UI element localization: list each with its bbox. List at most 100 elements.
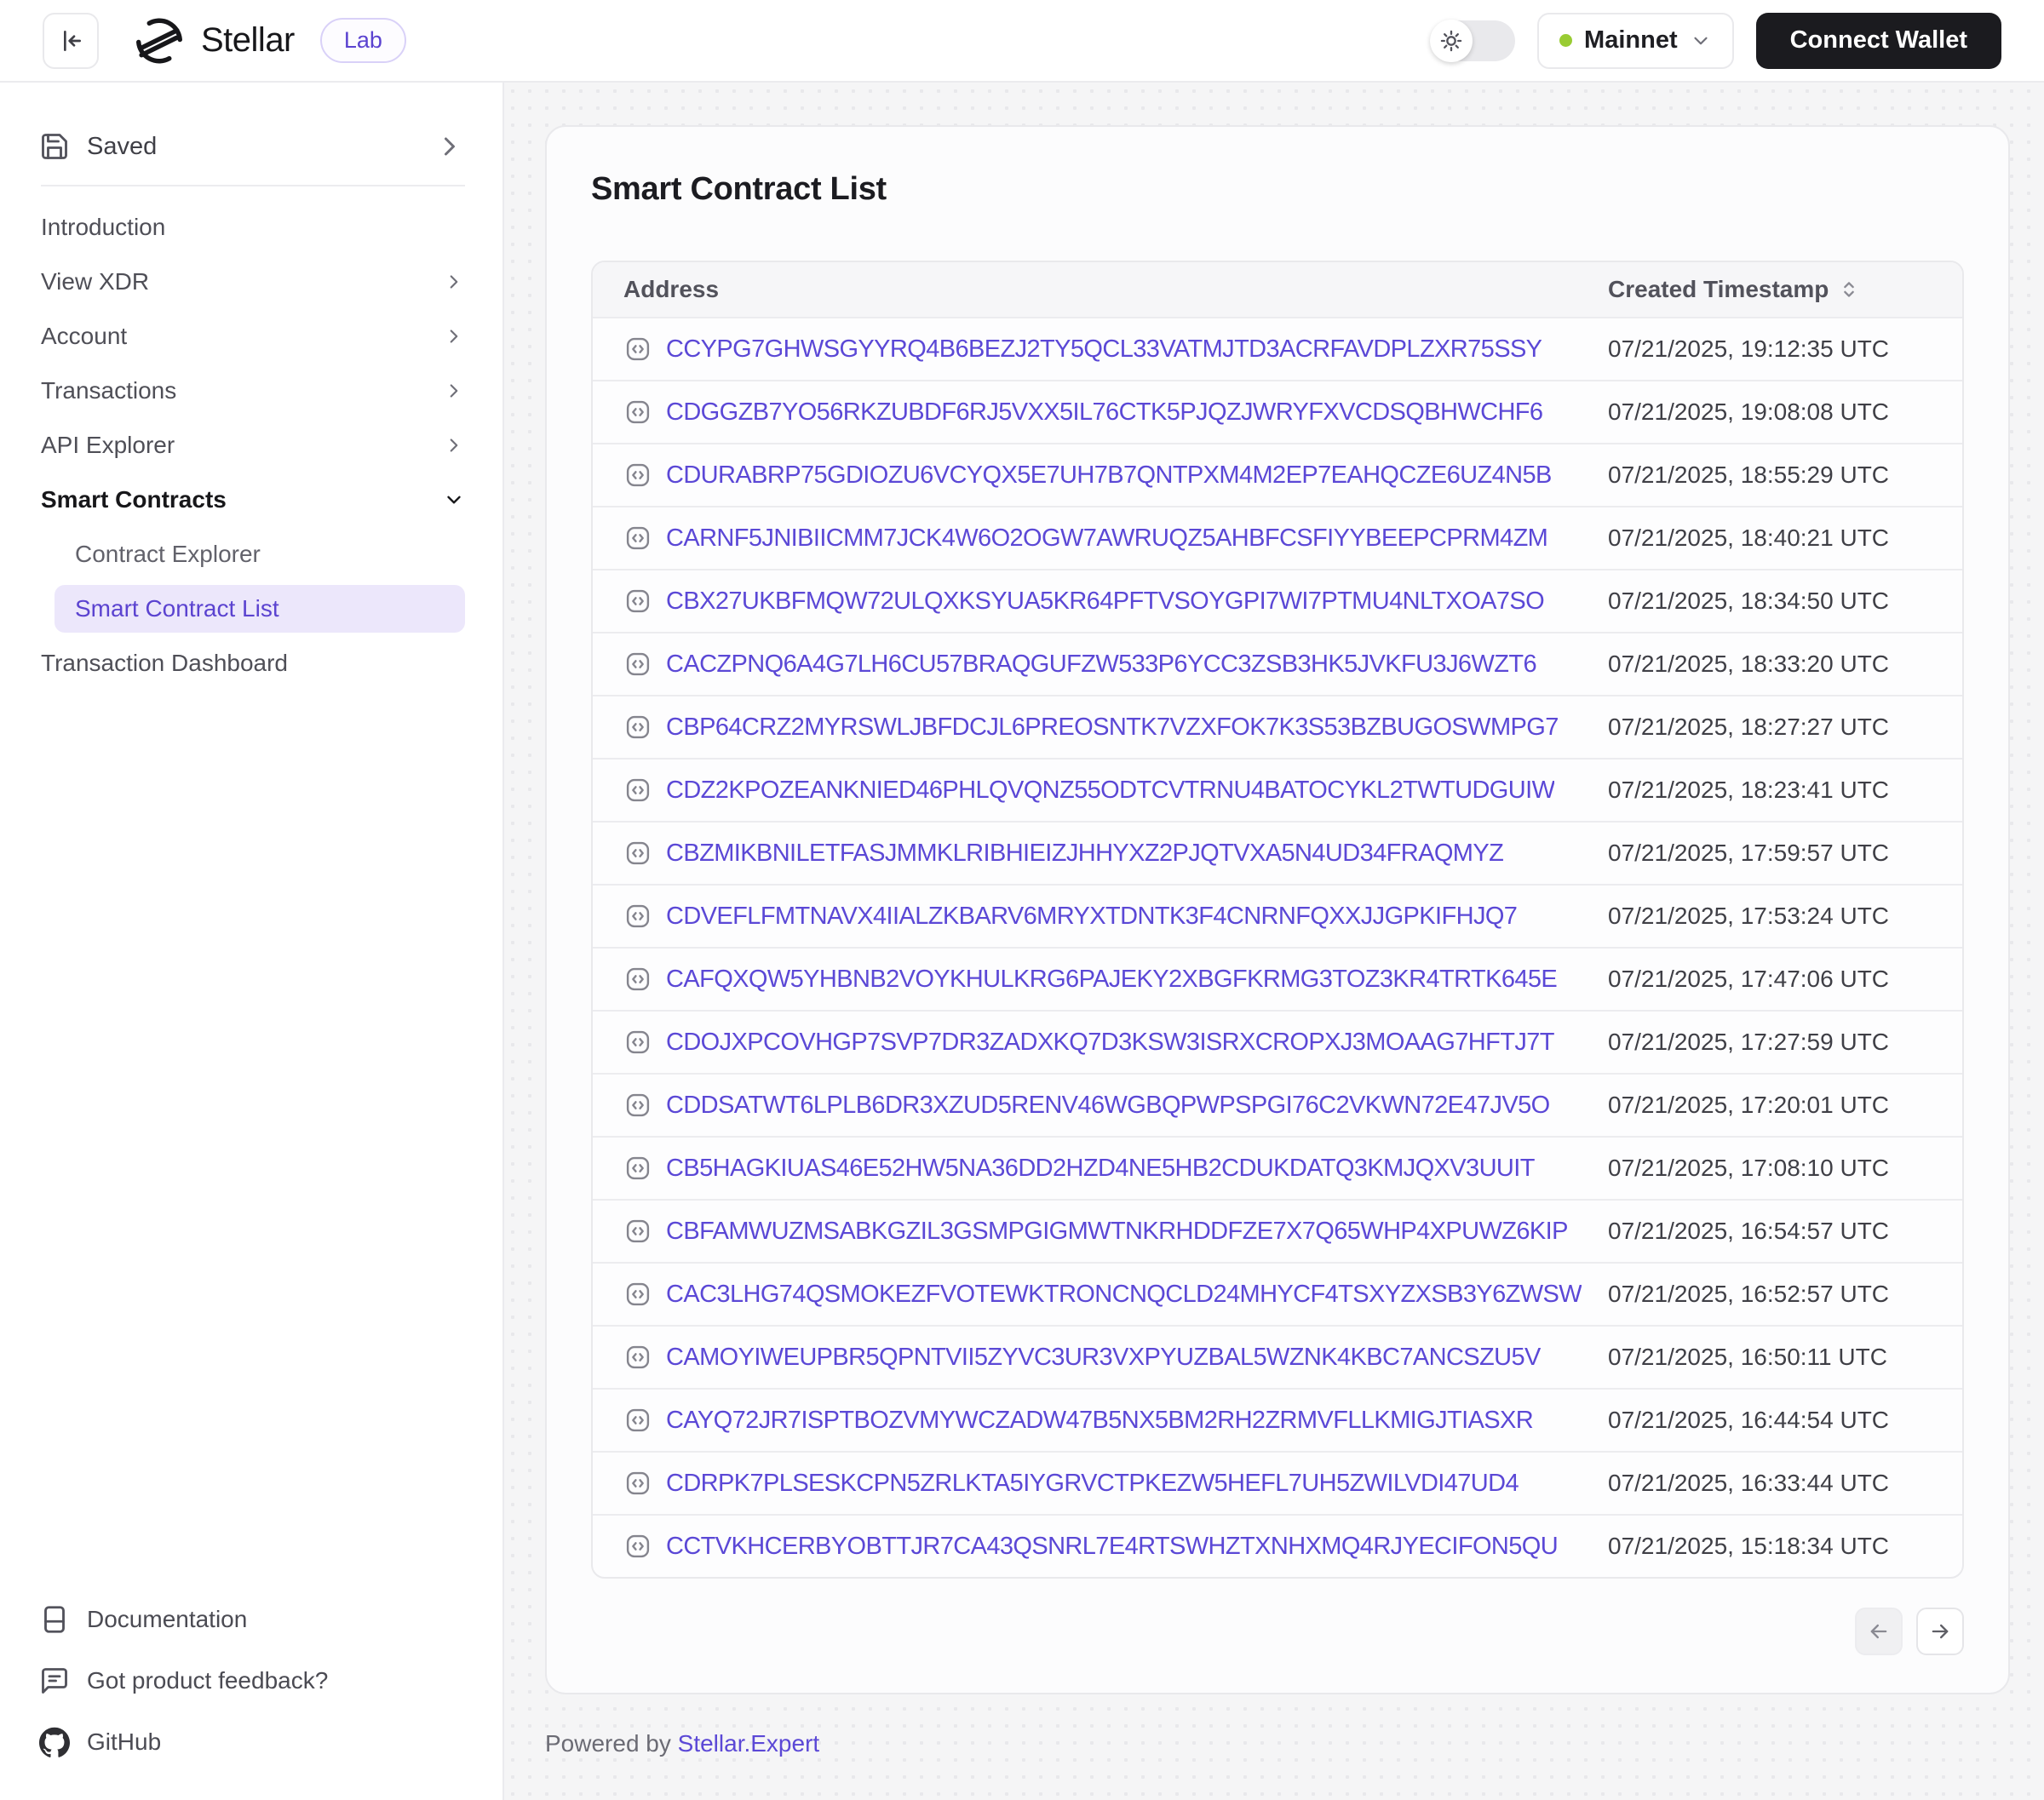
contract-address-link[interactable]: CAMOYIWEUPBR5QPNTVII5ZYVC3UR3VXPYUZBAL5W… (623, 1343, 1608, 1372)
next-page-button[interactable] (1916, 1608, 1964, 1655)
contract-address: CCYPG7GHWSGYYRQ4B6BEZJ2TY5QCL33VATMJTD3A… (666, 335, 1542, 364)
created-timestamp: 07/21/2025, 18:55:29 UTC (1608, 461, 1932, 489)
sidebar-item-documentation[interactable]: Documentation (0, 1589, 502, 1650)
created-timestamp: 07/21/2025, 16:54:57 UTC (1608, 1218, 1932, 1245)
contract-icon (623, 398, 652, 427)
contract-address-link[interactable]: CDGGZB7YO56RKZUBDF6RJ5VXX5IL76CTK5PJQZJW… (623, 398, 1608, 427)
contract-address: CBZMIKBNILETFASJMMKLRIBHIEIZJHHYXZ2PJQTV… (666, 840, 1503, 868)
sidebar-item-label: Smart Contracts (41, 486, 443, 513)
contract-address: CDOJXPCOVHGP7SVP7DR3ZADXKQ7D3KSW3ISRXCRO… (666, 1029, 1554, 1057)
theme-toggle-knob (1430, 20, 1473, 62)
sidebar-item-transactions[interactable]: Transactions (0, 364, 502, 418)
contract-icon (623, 776, 652, 805)
contract-icon (623, 650, 652, 679)
contract-address-link[interactable]: CAC3LHG74QSMOKEZFVOTEWKTRONCNQCLD24MHYCF… (623, 1280, 1608, 1309)
table-row: CCYPG7GHWSGYYRQ4B6BEZJ2TY5QCL33VATMJTD3A… (593, 317, 1962, 380)
contract-address-link[interactable]: CDURABRP75GDIOZU6VCYQX5E7UH7B7QNTPXM4M2E… (623, 461, 1608, 490)
table-row: CAFQXQW5YHBNB2VOYKHULKRG6PAJEKY2XBGFKRMG… (593, 947, 1962, 1010)
contract-address: CACZPNQ6A4G7LH6CU57BRAQGUFZW533P6YCC3ZSB… (666, 651, 1536, 679)
sidebar-item-introduction[interactable]: Introduction (0, 200, 502, 255)
contract-icon (623, 902, 652, 931)
contract-address: CB5HAGKIUAS46E52HW5NA36DD2HZD4NE5HB2CDUK… (666, 1155, 1535, 1183)
sidebar-item-saved[interactable]: Saved (0, 117, 502, 176)
sidebar-item-label: Saved (87, 133, 417, 161)
created-timestamp: 07/21/2025, 18:34:50 UTC (1608, 588, 1932, 615)
sidebar-item-github[interactable]: GitHub (0, 1711, 502, 1773)
created-timestamp: 07/21/2025, 17:59:57 UTC (1608, 840, 1932, 867)
sidebar-item-label: Transactions (41, 377, 443, 404)
contract-address-link[interactable]: CDOJXPCOVHGP7SVP7DR3ZADXKQ7D3KSW3ISRXCRO… (623, 1028, 1608, 1057)
contract-address-link[interactable]: CAFQXQW5YHBNB2VOYKHULKRG6PAJEKY2XBGFKRMG… (623, 965, 1608, 994)
contract-address-link[interactable]: CBX27UKBFMQW72ULQXKSYUA5KR64PFTVSOYGPI7W… (623, 587, 1608, 616)
feedback-icon (39, 1665, 70, 1696)
table-row: CDDSATWT6LPLB6DR3XZUD5RENV46WGBQPWPSPGI7… (593, 1073, 1962, 1136)
theme-toggle[interactable] (1430, 20, 1515, 61)
contract-address: CDDSATWT6LPLB6DR3XZUD5RENV46WGBQPWPSPGI7… (666, 1092, 1550, 1120)
contracts-table: Address Created Timestamp (591, 261, 1964, 1579)
sidebar-item-view-xdr[interactable]: View XDR (0, 255, 502, 309)
contract-address-link[interactable]: CCYPG7GHWSGYYRQ4B6BEZJ2TY5QCL33VATMJTD3A… (623, 335, 1608, 364)
contract-address: CDURABRP75GDIOZU6VCYQX5E7UH7B7QNTPXM4M2E… (666, 461, 1552, 490)
contract-address-link[interactable]: CBFAMWUZMSABKGZIL3GSMPGIGMWTNKRHDDFZE7X7… (623, 1217, 1608, 1246)
page-title: Smart Contract List (591, 171, 1964, 208)
created-timestamp-column-header[interactable]: Created Timestamp (1608, 276, 1932, 303)
created-timestamp: 07/21/2025, 15:18:34 UTC (1608, 1533, 1932, 1560)
contract-address: CAC3LHG74QSMOKEZFVOTEWKTRONCNQCLD24MHYCF… (666, 1281, 1582, 1309)
chevron-down-icon (443, 489, 465, 511)
contract-address-link[interactable]: CAYQ72JR7ISPTBOZVMYWCZADW47B5NX5BM2RH2ZR… (623, 1406, 1608, 1435)
network-selector[interactable]: Mainnet (1537, 13, 1734, 69)
sidebar-item-api-explorer[interactable]: API Explorer (0, 418, 502, 473)
contract-address-link[interactable]: CACZPNQ6A4G7LH6CU57BRAQGUFZW533P6YCC3ZSB… (623, 650, 1608, 679)
collapse-sidebar-button[interactable] (43, 13, 99, 69)
created-timestamp: 07/21/2025, 18:40:21 UTC (1608, 525, 1932, 552)
table-row: CCTVKHCERBYOBTTJR7CA43QSNRL7E4RTSWHZTXNH… (593, 1514, 1962, 1577)
contract-address-link[interactable]: CBZMIKBNILETFASJMMKLRIBHIEIZJHHYXZ2PJQTV… (623, 839, 1608, 868)
contract-icon (623, 524, 652, 553)
stellar-logo-icon (135, 16, 184, 66)
sidebar-item-feedback[interactable]: Got product feedback? (0, 1650, 502, 1711)
pagination (591, 1608, 1964, 1655)
table-row: CDZ2KPOZEANKNIED46PHLQVQNZ55ODTCVTRNU4BA… (593, 758, 1962, 821)
sidebar-item-label: API Explorer (41, 432, 443, 459)
contract-icon (623, 461, 652, 490)
contract-icon (623, 1028, 652, 1057)
sidebar-item-smart-contract-list[interactable]: Smart Contract List (55, 585, 465, 633)
chevron-right-icon (443, 325, 465, 347)
table-row: CAMOYIWEUPBR5QPNTVII5ZYVC3UR3VXPYUZBAL5W… (593, 1325, 1962, 1388)
contract-address-link[interactable]: CB5HAGKIUAS46E52HW5NA36DD2HZD4NE5HB2CDUK… (623, 1154, 1608, 1183)
contract-address-link[interactable]: CDZ2KPOZEANKNIED46PHLQVQNZ55ODTCVTRNU4BA… (623, 776, 1608, 805)
contract-address-link[interactable]: CCTVKHCERBYOBTTJR7CA43QSNRL7E4RTSWHZTXNH… (623, 1532, 1608, 1561)
contract-address-link[interactable]: CDVEFLFMTNAVX4IIALZKBARV6MRYXTDNTK3F4CNR… (623, 902, 1608, 931)
top-bar: Stellar Lab Mainnet Connect Wallet (0, 0, 2044, 83)
table-row: CARNF5JNIBIICMM7JCK4W6O2OGW7AWRUQZ5AHBFC… (593, 506, 1962, 569)
table-row: CBZMIKBNILETFASJMMKLRIBHIEIZJHHYXZ2PJQTV… (593, 821, 1962, 884)
created-timestamp: 07/21/2025, 17:27:59 UTC (1608, 1029, 1932, 1056)
sidebar-item-label: Introduction (41, 214, 465, 241)
table-row: CDOJXPCOVHGP7SVP7DR3ZADXKQ7D3KSW3ISRXCRO… (593, 1010, 1962, 1073)
created-timestamp: 07/21/2025, 16:50:11 UTC (1608, 1344, 1932, 1371)
contract-address-link[interactable]: CDDSATWT6LPLB6DR3XZUD5RENV46WGBQPWPSPGI7… (623, 1091, 1608, 1120)
contract-address: CAFQXQW5YHBNB2VOYKHULKRG6PAJEKY2XBGFKRMG… (666, 966, 1557, 994)
contract-icon (623, 1280, 652, 1309)
contract-address-link[interactable]: CBP64CRZ2MYRSWLJBFDCJL6PREOSNTK7VZXFOK7K… (623, 713, 1608, 742)
sidebar-item-label: GitHub (87, 1728, 161, 1756)
contract-icon (623, 1469, 652, 1498)
powered-by-footer: Powered by Stellar.Expert (545, 1730, 2010, 1757)
top-right-controls: Mainnet Connect Wallet (1430, 13, 2001, 69)
address-column-header: Address (623, 276, 1608, 303)
brand-title: Stellar (201, 21, 295, 60)
sidebar-item-account[interactable]: Account (0, 309, 502, 364)
contract-address-link[interactable]: CDRPK7PLSESKCPN5ZRLKTA5IYGRVCTPKEZW5HEFL… (623, 1469, 1608, 1498)
previous-page-button[interactable] (1855, 1608, 1903, 1655)
sidebar-item-smart-contracts[interactable]: Smart Contracts (0, 473, 502, 527)
connect-wallet-button[interactable]: Connect Wallet (1756, 13, 2001, 69)
sidebar-item-contract-explorer[interactable]: Contract Explorer (0, 527, 502, 582)
sidebar-spacer (0, 691, 502, 1589)
created-timestamp: 07/21/2025, 19:12:35 UTC (1608, 335, 1932, 363)
contract-address-link[interactable]: CARNF5JNIBIICMM7JCK4W6O2OGW7AWRUQZ5AHBFC… (623, 524, 1608, 553)
sidebar-item-label: Documentation (87, 1606, 247, 1633)
sidebar-item-transaction-dashboard[interactable]: Transaction Dashboard (0, 636, 502, 691)
stellar-expert-link[interactable]: Stellar.Expert (678, 1730, 820, 1757)
contract-icon (623, 1091, 652, 1120)
contract-address: CBP64CRZ2MYRSWLJBFDCJL6PREOSNTK7VZXFOK7K… (666, 714, 1559, 742)
